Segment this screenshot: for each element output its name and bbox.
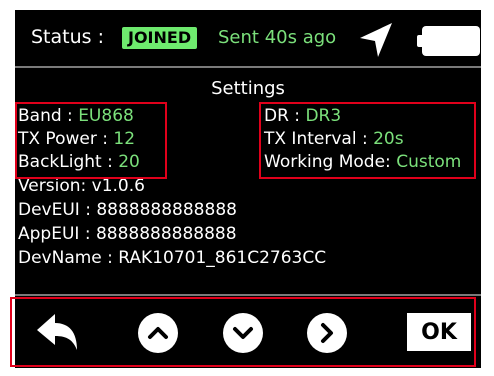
battery-icon [417,26,480,56]
navigation-arrow-icon [360,23,392,57]
dev-eui-info: DevEUI : 8888888888888 [18,200,237,220]
settings-title: Settings [211,78,285,99]
ok-button[interactable]: OK [407,313,471,351]
down-button[interactable] [219,309,267,357]
back-button[interactable] [34,309,82,357]
status-label: Status : [31,26,104,48]
up-button[interactable] [134,309,182,357]
joined-status-badge: JOINED [122,27,198,49]
up-circle [138,313,178,353]
button-bar: OK [10,297,476,367]
version-info: Version: v1.0.6 [18,176,145,196]
app-eui-info: AppEUI : 8888888888888 [18,224,237,244]
dev-name-info: DevName : RAK10701_861C2763CC [18,248,327,268]
bottom-divider [15,294,481,296]
status-bar: Status : JOINED Sent 40s ago [15,10,481,60]
highlight-right-settings [259,102,476,179]
next-button[interactable] [303,309,351,357]
highlight-left-settings [15,102,167,179]
chevron-right-icon [321,323,333,343]
chevron-down-icon [233,327,253,339]
back-arrow-icon [37,314,77,350]
chevron-up-icon [148,327,168,339]
status-divider [15,66,481,68]
last-sent-text: Sent 40s ago [218,27,337,48]
down-circle [223,313,263,353]
next-circle [307,313,347,353]
